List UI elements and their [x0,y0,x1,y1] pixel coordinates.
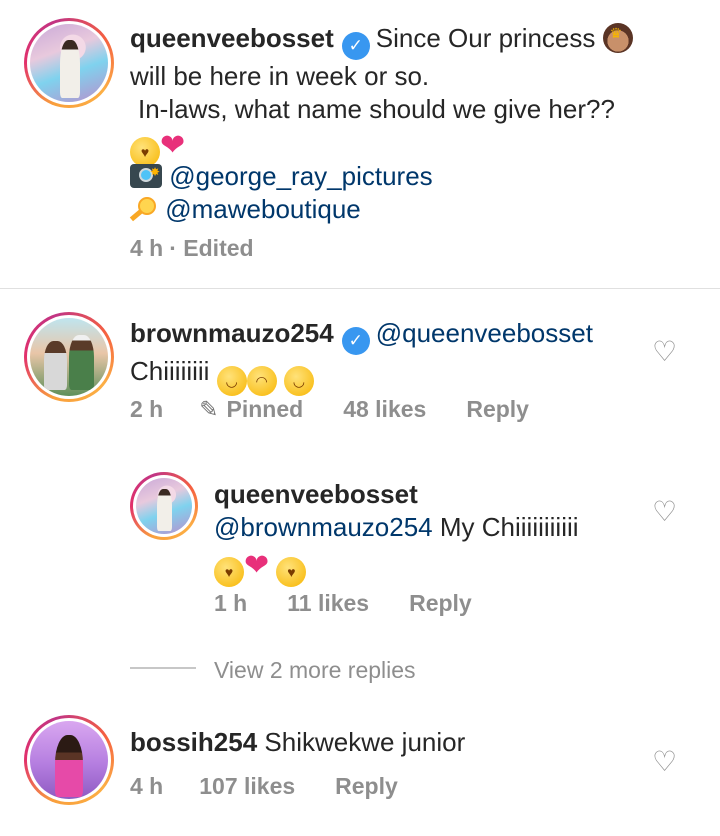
grinning-emoji-icon: ◡ [283,366,314,396]
comment-username[interactable]: brownmauzo254 [130,318,334,348]
comment-likes[interactable]: 107 likes [199,773,295,799]
comment-avatar[interactable] [24,715,114,805]
comment-meta: 4 h 107 likes Reply [130,773,438,800]
caption-edited: · Edited [169,235,254,261]
comment-text: Shikwekwe junior [264,727,466,757]
comment-username[interactable]: bossih254 [130,727,257,757]
heart-outline-icon[interactable]: ♡ [652,498,678,526]
caption-avatar[interactable] [24,18,114,108]
caption-divider [0,288,720,289]
caption-meta: 4 h · Edited [130,235,294,262]
rofl-emoji-icon: ◠ [246,366,277,396]
reply-button[interactable]: Reply [466,396,529,422]
reply-button[interactable]: Reply [409,590,472,616]
verified-badge-icon: ✓ [341,327,370,355]
camera-icon: ✸ [130,164,162,188]
caption-time: 4 h [130,235,164,261]
heart-emoji-icon: ❤ [244,549,270,582]
boutique-link[interactable]: @maweboutique [165,194,361,224]
caption-line1: Since Our princess [375,23,596,53]
reply-body: queenveebosset @brownmauzo254 My Chiiiii… [214,478,634,587]
pacifier-icon [129,195,158,223]
caption-line3: In-laws, what name should we give her?? [138,94,615,124]
reply-likes[interactable]: 11 likes [287,590,369,616]
view-more-replies[interactable]: View 2 more replies [214,657,416,684]
princess-emoji-icon: ♛ [602,23,633,53]
reply-meta: 1 h 11 likes Reply [214,590,512,617]
pin-icon: ✎ [199,396,219,422]
comment-body: brownmauzo254 ✓ @queenveebosset Chiiiiiiii… [130,317,630,396]
comment-likes[interactable]: 48 likes [343,396,426,422]
reply-username[interactable]: queenveebosset [214,479,418,509]
comment-meta: 2 h ✎ Pinned 48 likes Reply [130,396,569,423]
comment-time: 4 h [130,773,164,799]
caption-text: queenveebosset ✓ Since Our princess ♛ will… [129,22,710,226]
comment-time: 2 h [130,396,164,422]
reply-button[interactable]: Reply [335,773,398,799]
reply-mention[interactable]: @brownmauzo254 [214,512,433,542]
pinned-label: Pinned [226,396,304,422]
reply-text: My Chiiiiiiiiiii [439,512,579,542]
grinning-emoji-icon: ◡ [216,366,247,396]
kissing-emoji-icon: ♥ [276,557,307,587]
comment-body: bossih254 Shikwekwe junior [130,726,630,759]
caption-username[interactable]: queenveebosset [130,23,334,53]
caption-line2: will be here in week or so. [130,61,430,91]
view-more-line [130,667,196,669]
reply-avatar[interactable] [130,472,198,540]
heart-outline-icon[interactable]: ♡ [652,338,678,366]
photo-credit-link[interactable]: @george_ray_pictures [169,161,432,191]
reply-time: 1 h [214,590,248,616]
heart-emoji-icon: ❤ [160,129,186,162]
heart-outline-icon[interactable]: ♡ [652,748,678,776]
comment-text: Chiiiiiiii [130,356,210,386]
comment-mention[interactable]: @queenveebosset [376,318,593,348]
verified-badge-icon: ✓ [341,32,370,60]
comment-avatar[interactable] [24,312,114,402]
heart-eyes-emoji-icon: ♥ [214,557,244,587]
